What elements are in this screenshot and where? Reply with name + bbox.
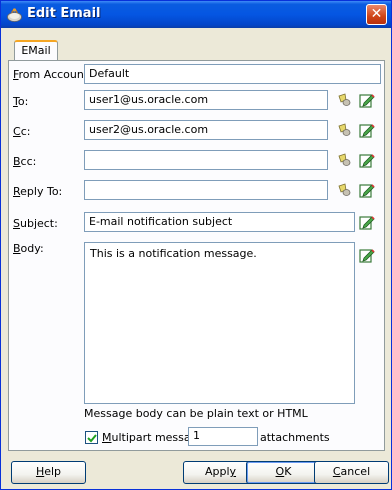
body-hint-text: Message body can be plain text or HTML — [84, 407, 308, 420]
edit-icon[interactable] — [359, 92, 375, 108]
multipart-checkbox[interactable] — [85, 431, 98, 444]
flashlight-icon[interactable] — [336, 182, 352, 198]
window-title: Edit Email — [27, 6, 101, 21]
edit-icon[interactable] — [359, 122, 375, 138]
cc-label: Cc: — [13, 125, 31, 138]
bcc-field[interactable] — [84, 150, 328, 170]
edit-email-dialog: Edit Email ✕ EMail From Account: Default… — [0, 0, 392, 490]
body-label: Body: — [13, 242, 44, 255]
help-button[interactable]: Help — [11, 461, 86, 484]
bcc-label: Bcc: — [13, 155, 37, 168]
close-icon: ✕ — [370, 6, 383, 22]
to-label: To: — [13, 95, 29, 108]
attachments-label: attachments — [260, 431, 330, 444]
tab-email[interactable]: EMail — [14, 40, 58, 61]
checkmark-icon — [87, 434, 97, 443]
reply-to-label: Reply To: — [13, 185, 63, 198]
attachment-count-field[interactable]: 1 — [188, 427, 258, 446]
flashlight-icon[interactable] — [336, 122, 352, 138]
from-account-field[interactable]: Default — [84, 64, 381, 84]
ok-button[interactable]: OK — [246, 461, 321, 484]
close-button[interactable]: ✕ — [366, 4, 387, 25]
subject-label: Subject: — [13, 217, 58, 230]
title-bar[interactable]: Edit Email ✕ — [1, 1, 391, 28]
body-textarea[interactable]: This is a notification message. — [84, 242, 355, 404]
cc-field[interactable]: user2@us.oracle.com — [84, 120, 328, 140]
from-account-label: From Account: — [13, 68, 92, 81]
app-icon — [7, 8, 22, 22]
edit-icon[interactable] — [359, 247, 375, 263]
edit-icon[interactable] — [359, 214, 375, 230]
cancel-button[interactable]: Cancel — [314, 461, 389, 484]
flashlight-icon[interactable] — [336, 92, 352, 108]
reply-to-field[interactable] — [84, 180, 328, 200]
subject-field[interactable]: E-mail notification subject — [84, 212, 355, 232]
to-field[interactable]: user1@us.oracle.com — [84, 90, 328, 110]
edit-icon[interactable] — [359, 152, 375, 168]
edit-icon[interactable] — [359, 182, 375, 198]
flashlight-icon[interactable] — [336, 152, 352, 168]
tab-email-label: EMail — [21, 44, 51, 57]
